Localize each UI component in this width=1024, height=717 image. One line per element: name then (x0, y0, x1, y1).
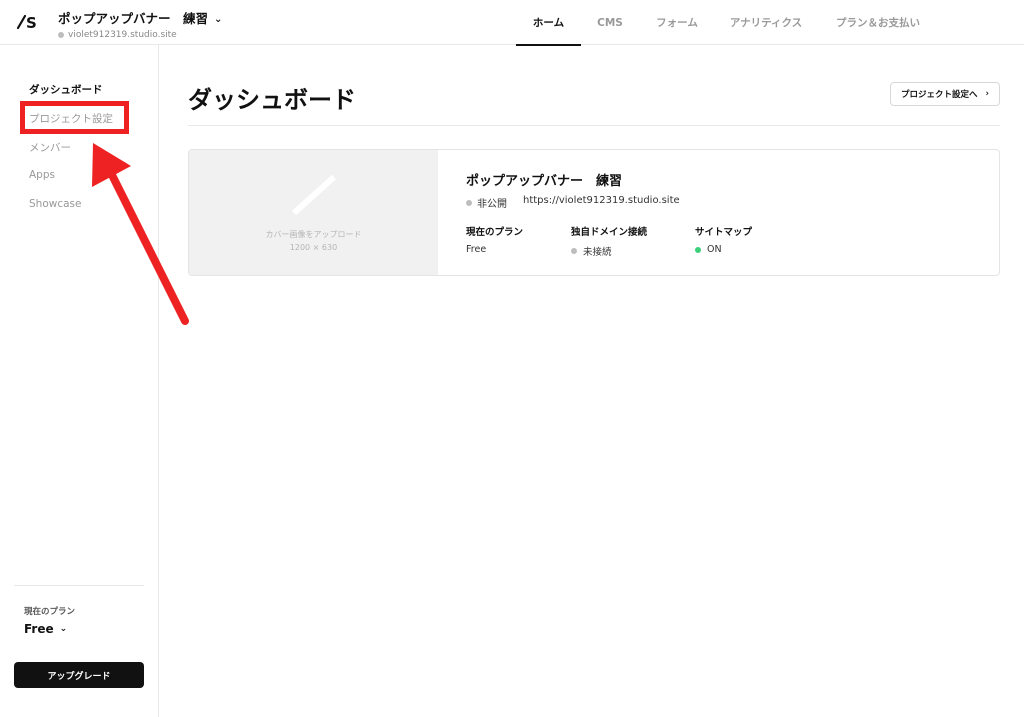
meta-value-plan: Free (466, 244, 487, 255)
tab-cms[interactable]: CMS (589, 0, 631, 45)
sidebar-item-showcase[interactable]: Showcase (29, 198, 81, 210)
sidebar-item-members[interactable]: メンバー (29, 140, 71, 155)
studio-logo-icon[interactable]: S (16, 12, 42, 32)
status-dot-icon (466, 199, 472, 206)
status-dot-icon (58, 32, 64, 38)
upgrade-button[interactable]: アップグレード (14, 662, 144, 688)
project-name[interactable]: ポップアップバナー 練習 ⌄ (58, 8, 222, 27)
tab-home[interactable]: ホーム (516, 0, 581, 46)
tab-plan-billing[interactable]: プラン＆お支払い (832, 0, 924, 45)
chevron-right-icon: › (985, 89, 990, 99)
project-url: violet912319.studio.site (58, 30, 222, 40)
status-dot-icon (695, 246, 701, 253)
meta-label-plan: 現在のプラン (466, 227, 524, 238)
chevron-down-icon: ⌄ (59, 624, 68, 634)
meta-label-domain: 独自ドメイン接続 (571, 227, 648, 238)
cover-upload-label: カバー画像をアップロード (265, 230, 362, 239)
top-header: S ポップアップバナー 練習 ⌄ violet912319.studio.sit… (0, 0, 1024, 46)
site-url-link[interactable]: https://violet912319.studio.site (523, 195, 680, 206)
meta-label-sitemap: サイトマップ (695, 227, 753, 238)
sidebar-item-dashboard[interactable]: ダッシュボード (29, 82, 103, 97)
meta-value-sitemap: ON (695, 244, 722, 255)
meta-value-domain: 未接続 (571, 244, 612, 258)
project-settings-button[interactable]: プロジェクト設定へ › (890, 82, 1000, 106)
card-project-title: ポップアップバナー 練習 (466, 174, 623, 189)
image-placeholder-icon (291, 174, 337, 216)
svg-text:S: S (26, 14, 37, 32)
cover-upload-area[interactable]: カバー画像をアップロード 1200 × 630 (189, 150, 438, 275)
sidebar-divider (14, 585, 144, 586)
plan-selector[interactable]: Free ⌄ (24, 622, 67, 636)
status-dot-icon (571, 248, 577, 254)
tab-form[interactable]: フォーム (650, 0, 704, 45)
sidebar: ダッシュボード プロジェクト設定 メンバー Apps Showcase 現在のプ… (0, 45, 159, 717)
chevron-down-icon: ⌄ (214, 14, 223, 25)
project-card: カバー画像をアップロード 1200 × 630 ポップアップバナー 練習 非公開… (188, 149, 1000, 276)
project-switcher[interactable]: ポップアップバナー 練習 ⌄ violet912319.studio.site (58, 8, 222, 40)
page-title: ダッシュボード (188, 86, 356, 114)
publish-status: 非公開 (466, 195, 507, 210)
sidebar-item-apps[interactable]: Apps (29, 169, 55, 181)
cover-size-label: 1200 × 630 (289, 243, 338, 252)
current-plan-label: 現在のプラン (24, 607, 76, 617)
title-divider (188, 125, 1000, 126)
tab-analytics[interactable]: アナリティクス (725, 0, 807, 45)
highlight-box (20, 101, 129, 134)
